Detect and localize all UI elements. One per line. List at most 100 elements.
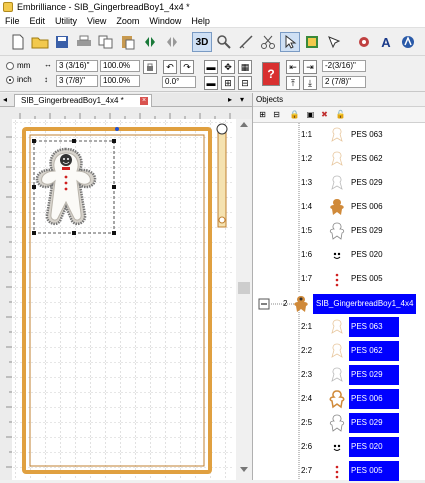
list-item[interactable]: 1:6 PES 020 [253,243,425,267]
align-grid-icon[interactable]: ▦ [238,60,252,74]
measure-icon[interactable] [236,32,256,52]
group-index: 2 [283,299,288,308]
list-item[interactable]: 1:1 PES 063 [253,123,425,147]
open-folder-icon[interactable] [30,32,50,52]
print-icon[interactable] [74,32,94,52]
align-top-icon[interactable]: ▬ [204,60,218,74]
list-item[interactable]: 1:3 PES 029 [253,171,425,195]
magnifier-icon[interactable] [214,32,234,52]
unit-inch-radio[interactable] [6,76,14,84]
y-position-field[interactable]: 2 (7/8)" [322,76,366,88]
list-item[interactable]: 2:2 PES 062 [253,339,425,363]
app-icon [3,2,13,12]
height-field[interactable]: 3 (7/8)" [56,75,98,87]
y-nudge-icon[interactable]: ⤓ [303,76,317,90]
save-icon[interactable] [52,32,72,52]
mirror-icon[interactable] [140,32,160,52]
scrollbar-thumb [238,282,250,294]
list-item[interactable]: 2:4 PES 006 [253,387,425,411]
object-name: PES 005 [349,461,399,481]
center-icon[interactable]: ✥ [221,60,235,74]
copy-icon[interactable] [96,32,116,52]
hoop-icon[interactable] [302,32,322,52]
distribute-icon[interactable]: ⊞ [221,76,235,90]
x-nudge-icon[interactable]: ⇥ [303,60,317,74]
expand-tree-icon[interactable]: ⊞ [257,109,268,120]
object-name: PES 006 [349,389,399,409]
list-item[interactable]: 1:2 PES 062 [253,147,425,171]
help-question-icon[interactable]: ? [262,62,280,86]
design-canvas[interactable] [0,107,252,480]
tab-close-icon[interactable]: × [140,97,148,105]
tab-scroll-right-icon[interactable]: ▸ [228,95,232,104]
x-position-field[interactable]: -2(3/16)" [322,60,366,72]
object-name: PES 062 [349,341,399,361]
settings-gear-icon[interactable] [354,32,374,52]
object-name: PES 029 [351,226,383,235]
delete-icon[interactable]: ✖ [319,109,330,120]
menu-zoom[interactable]: Zoom [111,16,144,26]
rotate-handle [115,127,119,131]
cursor-icon[interactable] [324,32,344,52]
horizontal-ruler [0,107,252,119]
object-index: 1:7 [301,274,313,283]
thumbnail-gingerbread-icon [329,390,345,409]
select-pointer-icon[interactable] [280,32,300,52]
list-item[interactable]: 2:3 PES 029 [253,363,425,387]
tab-scroll-left-icon[interactable]: ◂ [3,95,7,104]
view-3d-button[interactable]: 3D [192,32,212,52]
align-middle-icon[interactable]: ⊟ [238,76,252,90]
rotate-right-icon[interactable]: ↷ [180,60,194,74]
list-item[interactable]: 1:4 PES 006 [253,195,425,219]
menu-utility[interactable]: Utility [50,16,82,26]
thumbnail-white-icon [331,175,343,190]
list-item[interactable]: 1:7 PES 005 [253,267,425,291]
group-icon[interactable]: ▣ [305,109,316,120]
list-item[interactable]: 2:1 PES 063 [253,315,425,339]
objects-header: Objects [253,93,425,107]
align-bottom-icon[interactable]: ▬ [204,76,218,90]
menu-edit[interactable]: Edit [25,16,51,26]
unit-mm-radio[interactable] [6,62,14,70]
new-file-icon[interactable] [8,32,28,52]
rotate-left-icon[interactable]: ↶ [163,60,177,74]
hoop-arm [217,130,227,228]
flip-icon[interactable] [162,32,182,52]
menu-bar: File Edit Utility View Zoom Window Help [0,14,425,28]
object-index: 2:1 [301,322,313,331]
list-item[interactable]: 2:7 PES 005 [253,459,425,483]
object-name: PES 020 [351,250,383,259]
menu-help[interactable]: Help [186,16,215,26]
menu-file[interactable]: File [0,16,25,26]
list-item[interactable]: 2:6 PES 020 [253,435,425,459]
text-tool-icon[interactable]: A [376,32,396,52]
lock-icon[interactable]: 🔒 [289,109,300,120]
font-tool-icon[interactable] [398,32,418,52]
object-index: 1:2 [301,154,313,163]
width-field[interactable]: 3 (3/16)" [56,60,98,72]
object-name: PES 063 [351,130,383,139]
lock-aspect-icon[interactable] [143,60,157,74]
group-row[interactable]: 2 SIB_GingerbreadBoy1_4x4 [253,293,425,315]
object-index: 2:5 [301,418,313,427]
width-percent-field[interactable]: 100.0% [100,60,140,72]
menu-view[interactable]: View [82,16,111,26]
height-percent-field[interactable]: 100.0% [100,75,140,87]
thumbnail-outline-icon [329,414,345,432]
thumbnail-outline-icon [329,222,345,240]
tab-menu-icon[interactable]: ▾ [240,95,244,104]
scissors-icon[interactable] [258,32,278,52]
unlock-icon[interactable]: 🔓 [335,109,346,120]
object-index: 2:2 [301,346,313,355]
collapse-tree-icon[interactable]: ⊟ [271,109,282,120]
object-name: PES 062 [351,154,383,163]
menu-window[interactable]: Window [144,16,186,26]
object-index: 1:4 [301,202,313,211]
group-name: SIB_GingerbreadBoy1_4x4 [313,294,417,314]
tab-document[interactable]: SIB_GingerbreadBoy1_4x4 * × [14,94,152,107]
list-item[interactable]: 1:5 PES 029 [253,219,425,243]
rotation-field[interactable]: 0.0° [162,76,196,88]
list-item[interactable]: 2:5 PES 029 [253,411,425,435]
paste-icon[interactable] [118,32,138,52]
object-index: 1:6 [301,250,313,259]
